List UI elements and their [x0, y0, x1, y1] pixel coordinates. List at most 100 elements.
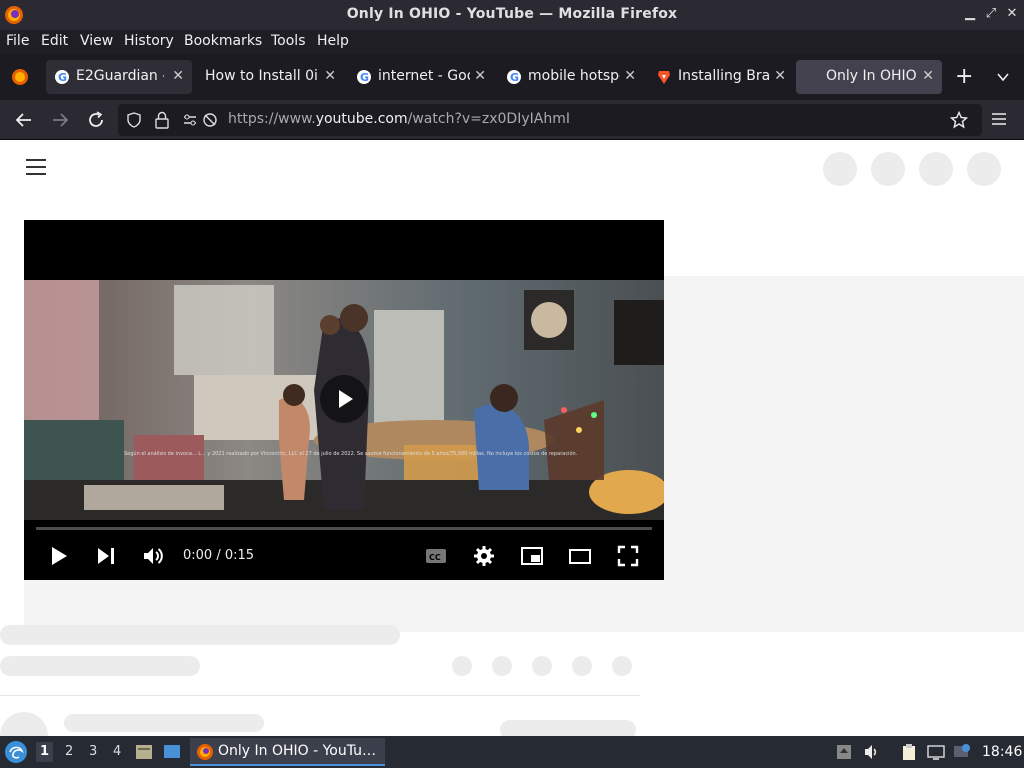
- theater-mode-icon[interactable]: [569, 545, 591, 567]
- menu-view[interactable]: View: [80, 33, 113, 49]
- menu-file[interactable]: File: [6, 33, 29, 49]
- progress-bar[interactable]: [36, 527, 652, 530]
- action-placeholder-circle: [572, 656, 592, 676]
- bookmark-star-icon[interactable]: [950, 111, 968, 129]
- file-manager-icon[interactable]: [134, 742, 154, 762]
- action-placeholder-circle: [492, 656, 512, 676]
- avatar-placeholder: [0, 712, 48, 736]
- action-placeholder-circle: [612, 656, 632, 676]
- svg-text:CC: CC: [429, 553, 441, 562]
- time-display: 0:00 / 0:15: [183, 548, 255, 563]
- fullscreen-icon[interactable]: [617, 545, 639, 567]
- volume-icon[interactable]: [142, 545, 164, 567]
- header-placeholder-circle: [823, 152, 857, 186]
- menu-history[interactable]: History: [124, 33, 174, 49]
- menu-edit[interactable]: Edit: [41, 33, 68, 49]
- firefox-view-icon[interactable]: [10, 67, 30, 87]
- action-placeholder-circle: [532, 656, 552, 676]
- tab-label: How to Install 0in: [205, 68, 317, 84]
- tab-close-icon[interactable]: ✕: [474, 68, 486, 84]
- google-icon: G: [55, 70, 69, 84]
- clipboard-icon[interactable]: [900, 743, 918, 761]
- tab-label: E2Guardian -: [76, 68, 164, 84]
- tracking-protection-shield-icon[interactable]: [126, 112, 142, 128]
- captions-cc-icon[interactable]: CC: [425, 545, 447, 567]
- firefox-icon: [197, 744, 213, 760]
- tab-only-in-ohio[interactable]: Only In OHIO ✕: [796, 60, 942, 94]
- channel-placeholder: [0, 656, 200, 676]
- permissions-icon[interactable]: [182, 112, 198, 128]
- taskbar-window-title: Only In OHIO - YouTu…: [218, 743, 377, 759]
- workspace-2[interactable]: 2: [65, 744, 73, 759]
- next-icon[interactable]: [95, 545, 117, 567]
- taskbar: 1 2 3 4 Only In OHIO - YouTu… 18:46: [0, 736, 1024, 768]
- close-window-button[interactable]: ✕: [1004, 6, 1020, 22]
- tab-installing-brave[interactable]: Installing Brav ✕: [648, 60, 794, 94]
- url-bar[interactable]: https://www.youtube.com/watch?v=zx0DIyIA…: [118, 104, 982, 136]
- list-all-tabs-chevron-down-icon[interactable]: [996, 70, 1010, 84]
- tab-label: internet - Goo: [378, 68, 470, 84]
- workspace-4[interactable]: 4: [113, 744, 121, 759]
- forward-arrow-icon[interactable]: [49, 109, 71, 131]
- taskbar-firefox-window[interactable]: Only In OHIO - YouTu…: [190, 738, 385, 766]
- show-desktop-icon[interactable]: [162, 742, 182, 762]
- app-menu-hamburger-icon[interactable]: [991, 112, 1007, 126]
- minimize-button[interactable]: ▁: [962, 6, 978, 22]
- menu-tools[interactable]: Tools: [271, 33, 306, 49]
- network-icon[interactable]: [927, 743, 945, 761]
- miniplayer-icon[interactable]: [521, 545, 543, 567]
- volume-icon[interactable]: [863, 743, 881, 761]
- sidebar-placeholder: [664, 276, 1024, 632]
- menu-bar: File Edit View History Bookmarks Tools H…: [0, 30, 1024, 54]
- header-placeholder-circle: [967, 152, 1001, 186]
- clock: 18:46: [982, 744, 1023, 760]
- tray-upload-icon[interactable]: [835, 743, 853, 761]
- title-placeholder: [0, 625, 400, 645]
- google-icon: G: [507, 70, 521, 84]
- description-placeholder: [64, 714, 264, 732]
- tab-close-icon[interactable]: ✕: [324, 68, 336, 84]
- svg-text:G: G: [360, 71, 369, 84]
- guide-menu-hamburger-icon[interactable]: [26, 159, 46, 175]
- back-arrow-icon[interactable]: [13, 109, 35, 131]
- large-play-icon[interactable]: [320, 375, 368, 423]
- tab-strip: G E2Guardian - ✕ How to Install 0in ✕ G …: [0, 54, 1024, 100]
- reload-icon[interactable]: [85, 109, 107, 131]
- tab-label: mobile hotspo: [528, 68, 620, 84]
- tab-close-icon[interactable]: ✕: [172, 68, 184, 84]
- header-placeholder-circle: [871, 152, 905, 186]
- tab-label: Only In OHIO: [826, 68, 916, 84]
- subscribe-placeholder: [500, 720, 636, 736]
- menu-help[interactable]: Help: [317, 33, 349, 49]
- workspace-3[interactable]: 3: [89, 744, 97, 759]
- settings-gear-icon[interactable]: [473, 545, 495, 567]
- tab-internet-google[interactable]: G internet - Goo ✕: [348, 60, 494, 94]
- play-icon[interactable]: [48, 545, 70, 567]
- autoplay-blocked-icon[interactable]: [202, 112, 218, 128]
- start-menu-icon[interactable]: [4, 740, 28, 764]
- video-player[interactable]: Según el análisis de invoca... L... y 20…: [24, 220, 664, 580]
- tab-close-icon[interactable]: ✕: [624, 68, 636, 84]
- header-placeholder-circle: [919, 152, 953, 186]
- tab-label: Installing Brav: [678, 68, 770, 84]
- update-notifier-icon[interactable]: [953, 743, 971, 761]
- tab-e2guardian[interactable]: G E2Guardian - ✕: [46, 60, 192, 94]
- tab-mobile-hotspot[interactable]: G mobile hotspo ✕: [498, 60, 644, 94]
- tab-close-icon[interactable]: ✕: [922, 68, 934, 84]
- tab-close-icon[interactable]: ✕: [774, 68, 786, 84]
- workspace-1[interactable]: 1: [36, 742, 54, 762]
- action-placeholder-circle: [452, 656, 472, 676]
- tab-install-0in[interactable]: How to Install 0in ✕: [196, 60, 344, 94]
- lock-icon[interactable]: [154, 111, 170, 129]
- window-title: Only In OHIO - YouTube — Mozilla Firefox: [346, 6, 678, 22]
- google-icon: G: [357, 70, 371, 84]
- window-titlebar: Only In OHIO - YouTube — Mozilla Firefox…: [0, 0, 1024, 30]
- navigation-toolbar: https://www.youtube.com/watch?v=zx0DIyIA…: [0, 100, 1024, 140]
- page-content: Según el análisis de invoca... L... y 20…: [0, 140, 1024, 736]
- menu-bookmarks[interactable]: Bookmarks: [184, 33, 262, 49]
- divider: [0, 695, 640, 696]
- svg-text:G: G: [510, 71, 519, 84]
- maximize-button[interactable]: ⤢: [983, 6, 999, 22]
- url-text[interactable]: https://www.youtube.com/watch?v=zx0DIyIA…: [228, 111, 570, 127]
- new-tab-plus-icon[interactable]: +: [955, 64, 973, 89]
